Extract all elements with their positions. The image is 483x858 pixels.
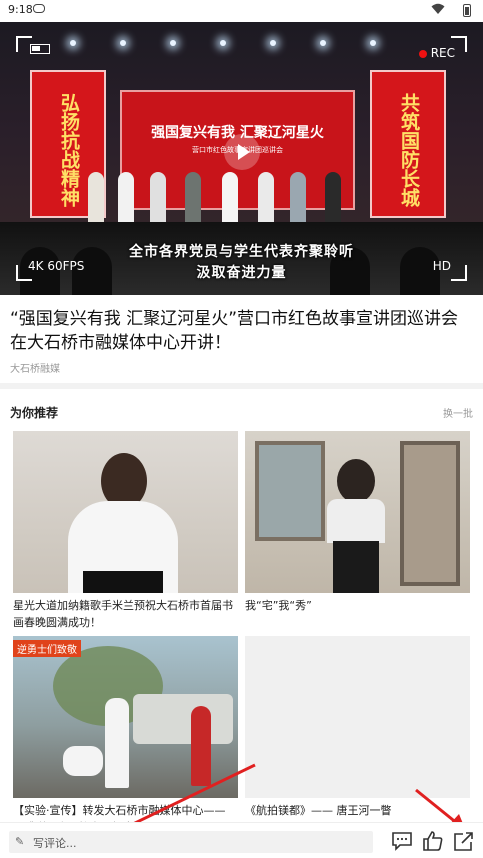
thumbnail-door [400,441,460,586]
status-bar: 9:18 [0,0,483,22]
video-subtitle-line2: 汲取奋进力量 [196,265,287,281]
thumbnail-figure [327,499,385,543]
thumbnail-vehicle [133,694,233,744]
rec-indicator: REC [418,46,455,60]
comment-placeholder: 写评论... [33,837,77,850]
recommend-section-title: 为你推荐 [10,406,59,420]
card-caption[interactable]: 我“宅”我“秀” [245,597,470,614]
thumbnail-figure [83,571,163,593]
thumbnail-tag: 逆勇士们致敬 [13,640,81,657]
thumbnail-window [255,441,325,541]
banner-right: 共筑国防长城 [370,70,446,218]
stage-lights [60,40,380,54]
article-source[interactable]: 大石桥融媒 [10,360,60,375]
video-subtitle-line1: 全市各界党员与学生代表齐聚聆听 [129,244,354,260]
video-player[interactable]: 弘扬抗战精神 共筑国防长城 强国复兴有我 汇聚辽河星火 营口市红色故事宣讲团巡讲… [0,22,483,295]
refresh-button[interactable]: 换一批 [443,405,473,420]
play-icon[interactable] [224,134,260,170]
card-thumbnail[interactable] [245,431,470,593]
camera-battery-icon [30,44,50,54]
comment-input[interactable]: ✎ 写评论... [9,831,373,853]
banner-left-text: 弘扬抗战精神 [58,93,80,207]
rec-label: REC [430,46,455,60]
like-icon[interactable] [421,830,445,852]
rec-dot-icon [418,49,427,58]
thumbnail-figure [337,459,375,503]
card-caption[interactable]: 星光大道加纳籍歌手米兰预祝大石桥市首届书画春晚圆满成功！ [13,597,238,631]
bottom-bar: ✎ 写评论... [0,822,483,858]
section-divider [0,383,483,389]
card-thumbnail[interactable] [13,431,238,593]
comment-icon[interactable] [390,830,414,852]
wifi-icon [431,3,445,14]
share-icon[interactable] [452,830,476,852]
status-time: 9:18 [8,3,33,16]
thumbnail-figure [333,541,379,593]
battery-icon [463,4,471,17]
article-title: “强国复兴有我 汇聚辽河星火”营口市红色故事宣讲团巡讲会在大石桥市融媒体中心开讲… [10,309,459,353]
game-controller-icon [33,4,45,13]
card-thumbnail[interactable] [245,636,470,798]
pen-icon: ✎ [15,835,25,848]
banner-right-text: 共筑国防长城 [398,93,420,207]
